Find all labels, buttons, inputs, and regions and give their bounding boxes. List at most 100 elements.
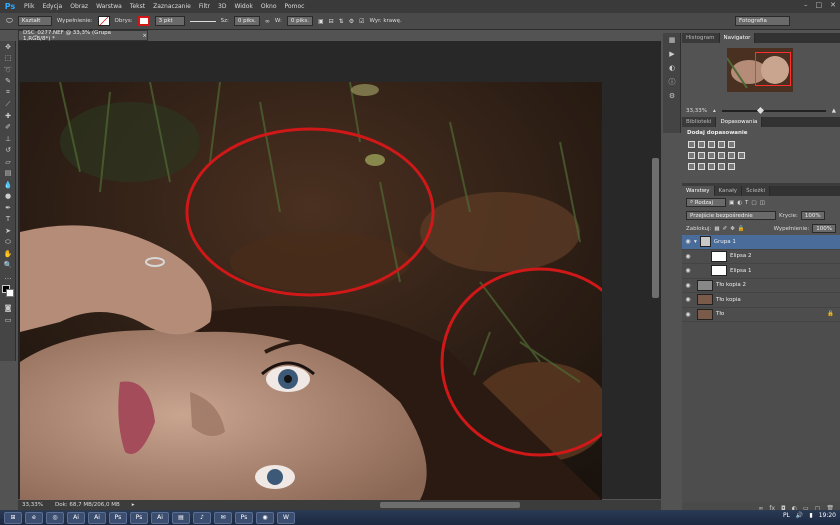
close-button[interactable]: ✕ [830, 1, 836, 9]
marquee-tool-icon[interactable]: ⬚ [0, 53, 16, 65]
color-panel-icon[interactable]: ◐ [663, 61, 681, 75]
filter-smart-icon[interactable]: ◫ [760, 200, 765, 206]
menu-widok[interactable]: Widok [230, 3, 256, 10]
lock-transparency-icon[interactable]: ▦ [714, 226, 719, 232]
taskbar-app-photoshop-3[interactable]: Ps [235, 511, 253, 524]
gradient-map-icon[interactable] [718, 163, 725, 170]
ellipse-tool-icon[interactable]: ⬭ [6, 16, 13, 26]
dodge-tool-icon[interactable]: ● [0, 191, 16, 203]
layer-row[interactable]: ◉ ▾ Grupa 1 [682, 235, 840, 250]
hand-tool-icon[interactable]: ✋ [0, 248, 16, 260]
layer-row[interactable]: ◉ Elipsa 1 [682, 264, 840, 279]
eye-icon[interactable]: ◉ [682, 311, 694, 318]
volume-icon[interactable]: 🔊 [796, 512, 803, 519]
ellipse-shape-tool-icon[interactable]: ⬭ [0, 237, 16, 249]
eyedropper-tool-icon[interactable]: ⟋ [0, 99, 16, 111]
posterize-icon[interactable] [698, 163, 705, 170]
group-arrow-icon[interactable]: ▾ [694, 239, 697, 245]
tab-navigator[interactable]: Navigator [719, 33, 756, 43]
pen-tool-icon[interactable]: ✒ [0, 202, 16, 214]
taskbar-app-chrome[interactable]: ◎ [46, 511, 64, 524]
workspace-select[interactable]: Fotografia [735, 16, 790, 26]
crop-tool-icon[interactable]: ⌗ [0, 87, 16, 99]
background-color[interactable] [6, 288, 14, 297]
move-tool-icon[interactable]: ✥ [0, 41, 16, 53]
zoom-slider-knob[interactable] [757, 106, 765, 115]
menu-plik[interactable]: Plik [20, 3, 38, 10]
eye-icon[interactable]: ◉ [682, 282, 694, 289]
more-tools-icon[interactable]: … [0, 271, 16, 283]
link-icon[interactable]: ∞ [265, 18, 270, 25]
zoom-out-icon[interactable]: ▴ [713, 108, 716, 114]
type-tool-icon[interactable]: T [0, 214, 16, 226]
zoom-tool-icon[interactable]: 🔍 [0, 260, 16, 272]
taskbar-app-ie[interactable]: e [25, 511, 43, 524]
close-tab-icon[interactable]: × [142, 33, 147, 39]
menu-zaznaczanie[interactable]: Zaznaczanie [149, 3, 195, 10]
stroke-swatch[interactable] [137, 16, 150, 26]
quick-mask-icon[interactable]: ◙ [0, 303, 16, 315]
vibrance-icon[interactable] [728, 141, 735, 148]
screen-mode-icon[interactable]: ▭ [0, 314, 16, 326]
tab-histogram[interactable]: Histogram [682, 33, 720, 43]
height-input[interactable]: 0 piks. [286, 16, 313, 26]
opacity-input[interactable]: 100% [800, 211, 825, 220]
shape-mode-select[interactable]: Kształt [17, 16, 52, 26]
menu-filtr[interactable]: Filtr [195, 3, 214, 10]
stroke-width-input[interactable]: 3 pkt [154, 16, 185, 26]
eye-icon[interactable]: ◉ [682, 238, 694, 245]
actions-panel-icon[interactable]: ▶ [663, 47, 681, 61]
taskbar-app-illustrator[interactable]: Ai [67, 511, 85, 524]
zoom-in-icon[interactable]: ▲ [832, 108, 836, 114]
brush-tool-icon[interactable]: ✐ [0, 122, 16, 134]
selective-color-icon[interactable] [728, 163, 735, 170]
tab-paths[interactable]: Ścieżki [742, 186, 771, 196]
invert-icon[interactable] [688, 163, 695, 170]
levels-icon[interactable] [698, 141, 705, 148]
history-brush-tool-icon[interactable]: ↺ [0, 145, 16, 157]
language-indicator[interactable]: PL [783, 512, 790, 519]
minimize-button[interactable]: – [804, 1, 808, 9]
layer-row[interactable]: ◉ Tło 🔒 [682, 308, 840, 322]
lock-all-icon[interactable]: 🔒 [738, 226, 745, 232]
hue-saturation-icon[interactable] [688, 152, 695, 159]
vertical-scrollbar[interactable] [652, 158, 659, 298]
taskbar-app-photoshop[interactable]: Ps [109, 511, 127, 524]
gradient-tool-icon[interactable]: ▤ [0, 168, 16, 180]
taskbar-app-other[interactable]: ◉ [256, 511, 274, 524]
navigator-zoom-slider[interactable] [721, 106, 826, 115]
eye-icon[interactable]: ◉ [682, 296, 694, 303]
network-icon[interactable]: ▮ [809, 512, 812, 519]
tab-adjustments[interactable]: Dopasowania [716, 117, 763, 127]
layer-filter-select[interactable]: ⌕ Rodzaj [686, 198, 726, 207]
exposure-icon[interactable] [718, 141, 725, 148]
fill-swatch[interactable] [97, 16, 110, 26]
menu-edycja[interactable]: Edycja [38, 3, 66, 10]
menu-obraz[interactable]: Obraz [66, 3, 92, 10]
healing-tool-icon[interactable]: ✚ [0, 110, 16, 122]
photo-canvas[interactable] [20, 82, 602, 500]
start-button[interactable]: ⊞ [4, 511, 22, 524]
eraser-tool-icon[interactable]: ▱ [0, 156, 16, 168]
filter-adjust-icon[interactable]: ◐ [737, 200, 742, 206]
navigator-zoom-value[interactable]: 33,33% [686, 108, 707, 114]
path-ops-icon[interactable]: ▣ [318, 18, 324, 25]
menu-tekst[interactable]: Tekst [126, 3, 149, 10]
blend-mode-select[interactable]: Przejście bezpośrednie [686, 211, 776, 220]
eye-icon[interactable]: ◉ [682, 267, 694, 274]
filter-shape-icon[interactable]: ▢ [751, 200, 756, 206]
menu-3d[interactable]: 3D [214, 3, 230, 10]
curves-icon[interactable] [708, 141, 715, 148]
navigator-view-box[interactable] [755, 52, 791, 86]
tab-layers[interactable]: Warstwy [682, 186, 715, 196]
color-swatches[interactable] [0, 283, 15, 303]
gear-icon[interactable]: ⚙ [349, 18, 354, 25]
zoom-level[interactable]: 33,33% [22, 502, 43, 508]
clock[interactable]: 19:20 [819, 512, 836, 519]
info-panel-icon[interactable]: ⓘ [663, 75, 681, 89]
threshold-icon[interactable] [708, 163, 715, 170]
photo-filter-icon[interactable] [718, 152, 725, 159]
lock-brush-icon[interactable]: ✐ [723, 226, 728, 232]
width-input[interactable]: 0 piks. [233, 16, 260, 26]
path-align-icon[interactable]: ⊟ [329, 18, 334, 25]
